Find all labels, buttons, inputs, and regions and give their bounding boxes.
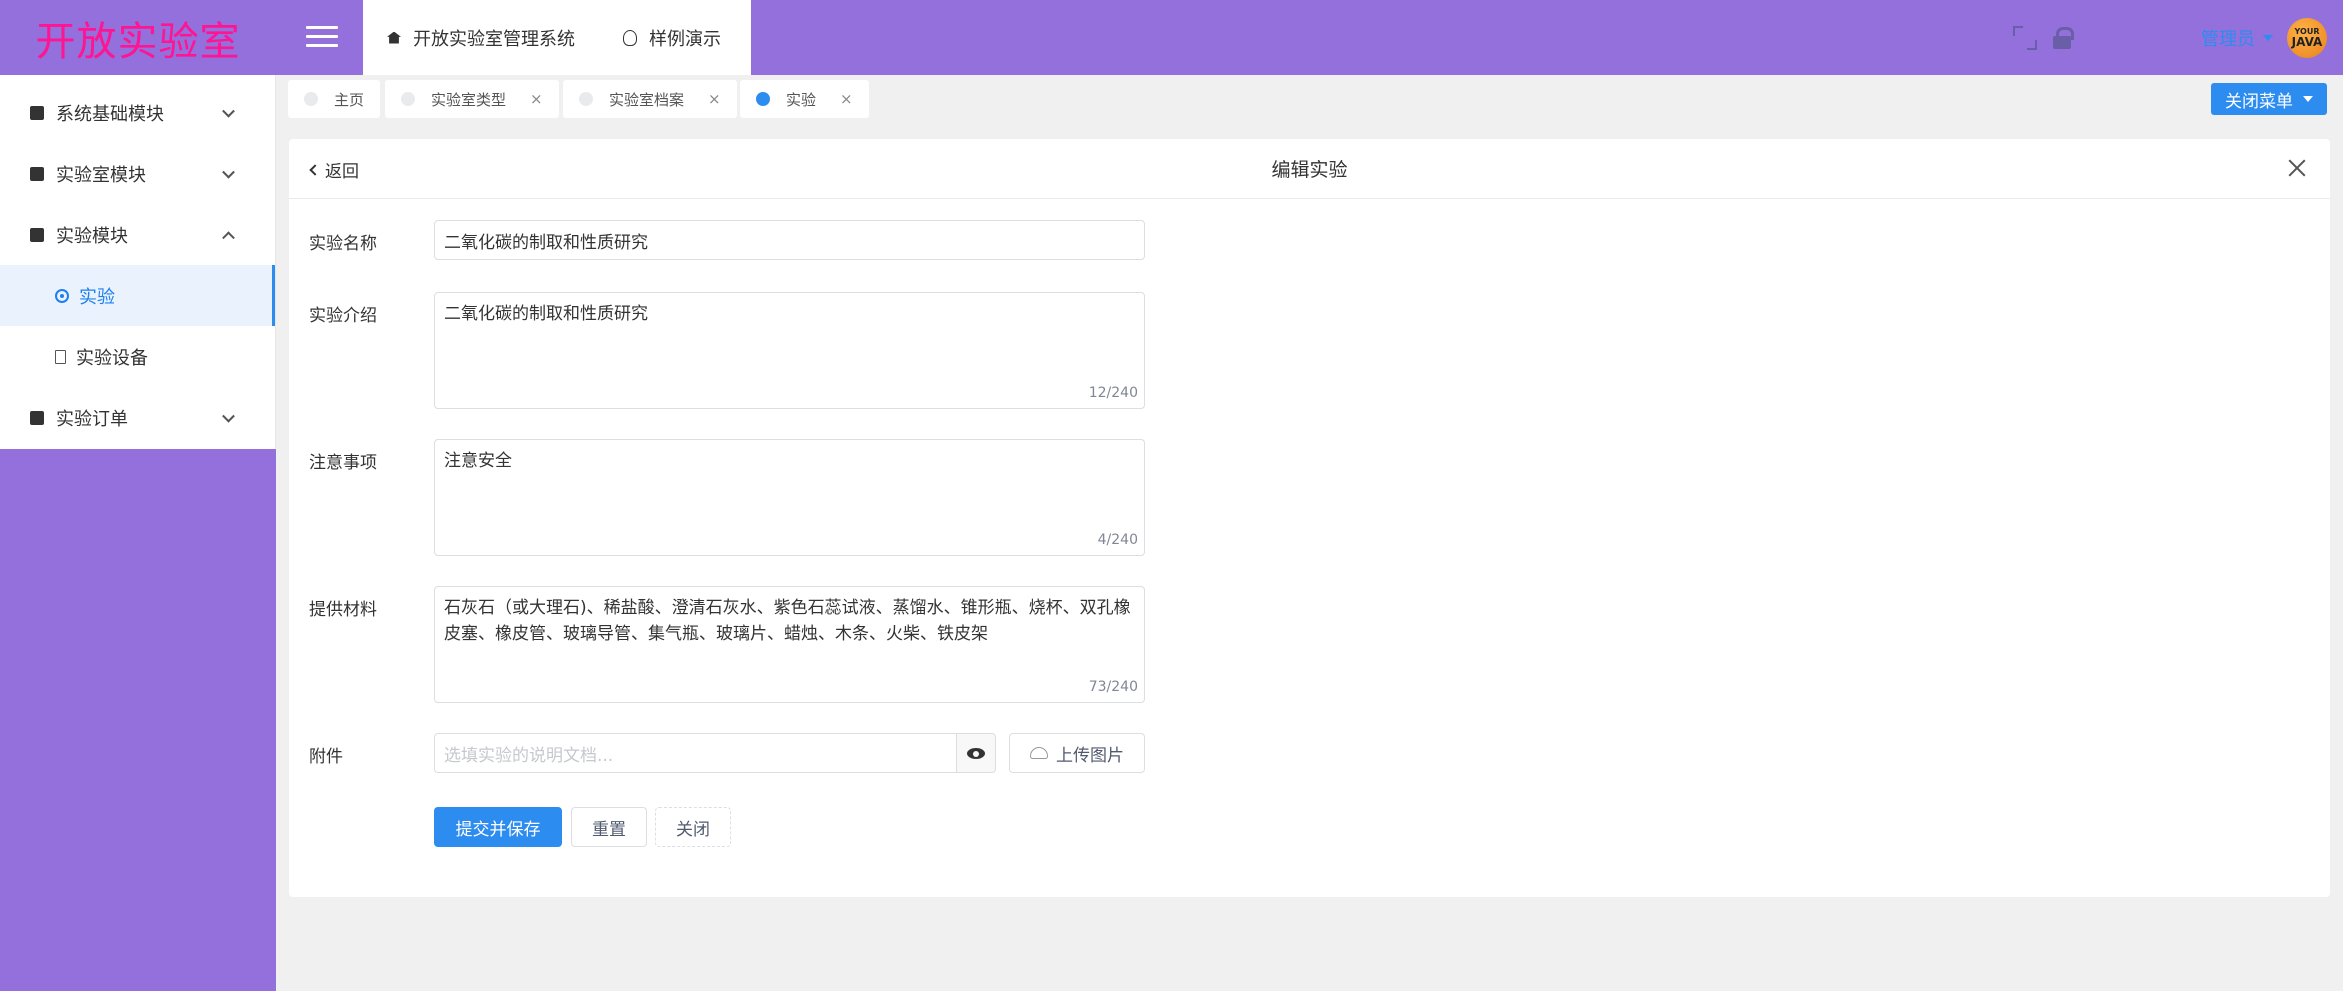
sidebar-menu: 系统基础模块 实验室模块 实验模块 实验 实验设备 实验订单: [0, 75, 276, 449]
user-name[interactable]: 管理员: [2201, 25, 2255, 51]
status-dot-icon: [304, 92, 318, 106]
chevron-down-icon: [222, 165, 235, 179]
fullscreen-icon[interactable]: [2013, 25, 2037, 50]
close-icon[interactable]: ×: [708, 90, 721, 108]
close-menu-button[interactable]: 关闭菜单: [2211, 83, 2327, 115]
upload-label: 上传图片: [1056, 745, 1124, 766]
tag-label: 实验室类型: [431, 90, 507, 109]
checklist-icon: [30, 410, 44, 425]
chart-icon: [30, 105, 44, 120]
document-icon: [55, 349, 66, 364]
edit-experiment-card: 返回 编辑实验 实验名称 二氧化碳的制取和性质研究 实验介绍 二氧化碳的制取和性…: [289, 139, 2330, 897]
sidebar-item-label: 实验模块: [56, 225, 128, 247]
field-label-name: 实验名称: [309, 234, 377, 254]
avatar-text-main: JAVA: [2291, 34, 2323, 49]
tag-lab-archive[interactable]: 实验室档案 ×: [563, 80, 737, 118]
status-dot-icon: [401, 92, 415, 106]
field-label-materials: 提供材料: [309, 600, 377, 620]
header-actions: 管理员 YOUR JAVA: [2013, 0, 2327, 75]
chevron-down-icon: [222, 409, 235, 423]
chevron-down-icon: [222, 104, 235, 118]
tag-label: 主页: [334, 90, 365, 109]
clipboard-icon: [30, 227, 44, 242]
home-icon: [387, 31, 401, 44]
attachment-input[interactable]: 选填实验的说明文档...: [434, 733, 957, 773]
experiment-name-input[interactable]: 二氧化碳的制取和性质研究: [434, 220, 1145, 260]
chevron-left-icon: [309, 163, 321, 176]
close-icon[interactable]: ×: [530, 90, 543, 108]
avatar[interactable]: YOUR JAVA: [2287, 17, 2327, 58]
textarea-value: 注意安全: [444, 451, 512, 471]
textarea-value: 石灰石（或大理石)、稀盐酸、澄清石灰水、紫色石蕊试液、蒸馏水、锥形瓶、烧杯、双孔…: [444, 598, 1131, 644]
status-dot-icon: [579, 92, 593, 106]
sidebar-item-lab-module[interactable]: 实验室模块: [0, 143, 275, 204]
sidebar-item-label: 系统基础模块: [56, 103, 164, 125]
sidebar-item-label: 实验订单: [56, 408, 128, 430]
status-dot-icon: [756, 92, 770, 106]
submit-save-button[interactable]: 提交并保存: [434, 807, 562, 847]
top-tab-system[interactable]: 开放实验室管理系统: [363, 0, 599, 75]
top-tab-label: 开放实验室管理系统: [413, 28, 575, 50]
gear-icon: [55, 288, 69, 303]
close-icon[interactable]: [2286, 157, 2308, 179]
brand-title: 开放实验室: [35, 18, 241, 65]
sidebar-item-experiment[interactable]: 实验: [0, 265, 275, 326]
char-counter: 73/240: [1088, 679, 1138, 695]
sidebar-item-equipment[interactable]: 实验设备: [0, 326, 275, 387]
experiment-materials-textarea[interactable]: 石灰石（或大理石)、稀盐酸、澄清石灰水、紫色石蕊试液、蒸馏水、锥形瓶、烧杯、双孔…: [434, 586, 1145, 703]
chevron-up-icon: [222, 230, 235, 244]
caret-down-icon: [2303, 96, 2313, 102]
close-button[interactable]: 关闭: [655, 807, 731, 847]
card-header: 返回 编辑实验: [289, 139, 2330, 199]
sidebar-item-system-base[interactable]: 系统基础模块: [0, 82, 275, 143]
tag-label: 实验室档案: [609, 90, 685, 109]
top-header: 开放实验室管理系统 样例演示 管理员 YOUR JAVA: [276, 0, 2343, 75]
preview-button[interactable]: [956, 733, 996, 773]
field-label-notes: 注意事项: [309, 453, 377, 473]
back-button[interactable]: 返回: [309, 157, 359, 182]
eye-icon: [967, 747, 985, 759]
caret-down-icon[interactable]: [2263, 34, 2273, 41]
sidebar-item-label: 实验: [79, 286, 115, 308]
upload-image-button[interactable]: 上传图片: [1009, 733, 1145, 773]
experiment-intro-textarea[interactable]: 二氧化碳的制取和性质研究 12/240: [434, 292, 1145, 409]
bulb-icon: [623, 29, 637, 46]
reset-button[interactable]: 重置: [571, 807, 647, 847]
top-nav: 开放实验室管理系统 样例演示: [363, 0, 751, 75]
cloud-upload-icon: [1030, 747, 1048, 759]
close-menu-label: 关闭菜单: [2225, 91, 2293, 112]
page-title: 编辑实验: [1271, 159, 1348, 181]
book-icon: [30, 166, 44, 181]
char-counter: 4/240: [1097, 532, 1138, 548]
tag-lab-type[interactable]: 实验室类型 ×: [385, 80, 559, 118]
tag-experiment[interactable]: 实验 ×: [740, 80, 869, 118]
field-label-attachment: 附件: [309, 747, 343, 767]
experiment-notes-textarea[interactable]: 注意安全 4/240: [434, 439, 1145, 556]
close-icon[interactable]: ×: [840, 90, 853, 108]
tag-home[interactable]: 主页: [288, 80, 381, 118]
sidebar-item-orders[interactable]: 实验订单: [0, 387, 275, 448]
lock-icon[interactable]: [2053, 26, 2074, 49]
top-tab-demo[interactable]: 样例演示: [599, 0, 745, 75]
sidebar: 开放实验室 系统基础模块 实验室模块 实验模块 实验 实验设备 实验订单: [0, 0, 276, 991]
field-label-intro: 实验介绍: [309, 306, 377, 326]
sidebar-item-experiment-module[interactable]: 实验模块: [0, 204, 275, 265]
tag-bar: 主页 实验室类型 × 实验室档案 × 实验 × 关闭菜单: [276, 75, 2343, 127]
sidebar-item-label: 实验设备: [76, 347, 148, 369]
tag-label: 实验: [786, 90, 817, 109]
textarea-value: 二氧化碳的制取和性质研究: [444, 304, 648, 324]
char-counter: 12/240: [1088, 385, 1138, 401]
hamburger-menu-icon[interactable]: [306, 26, 338, 48]
sidebar-item-label: 实验室模块: [56, 164, 146, 186]
top-tab-label: 样例演示: [649, 28, 721, 50]
back-label: 返回: [325, 162, 359, 182]
